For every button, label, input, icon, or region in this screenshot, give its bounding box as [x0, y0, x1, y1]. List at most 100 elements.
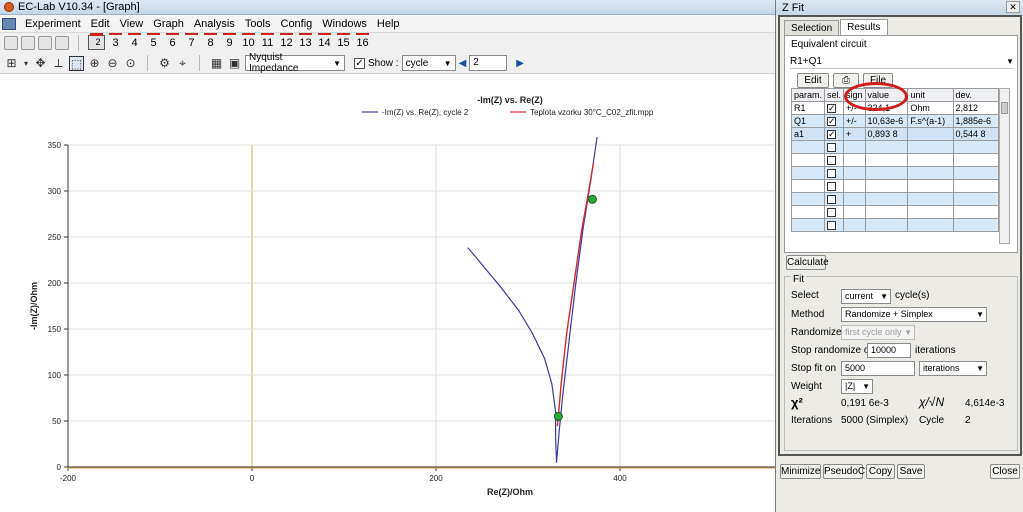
dropdown-arrow-icon[interactable]: ▾: [22, 56, 30, 71]
menu-edit[interactable]: Edit: [86, 18, 115, 30]
cell-sign: [843, 153, 866, 167]
select-cell[interactable]: [824, 192, 845, 206]
trace-button-15[interactable]: 15: [335, 33, 352, 51]
trace-button-10[interactable]: 10: [240, 33, 257, 51]
cell-value: [864, 192, 909, 206]
menu-analysis[interactable]: Analysis: [189, 18, 240, 30]
calculate-button[interactable]: Calculate: [786, 255, 829, 270]
table-row[interactable]: [790, 153, 999, 167]
minimize-button[interactable]: Minimize: [780, 464, 821, 479]
nyquist-chart[interactable]: -2000200400600800050100150200250300350-I…: [0, 75, 775, 512]
select-cell[interactable]: [824, 179, 845, 193]
menu-view[interactable]: View: [115, 18, 149, 30]
trace-button-9[interactable]: 9: [221, 33, 238, 51]
method-dropdown[interactable]: Randomize + Simplex ▼: [841, 307, 987, 322]
zoom-out-icon[interactable]: ⊖: [105, 56, 120, 71]
copy-icon[interactable]: [21, 36, 35, 50]
table-row[interactable]: a1 ✓ +0,893 8 0,544 8: [790, 127, 999, 141]
table-row[interactable]: [790, 218, 999, 232]
select-cell[interactable]: [824, 166, 845, 180]
tab-selection[interactable]: Selection: [784, 20, 840, 35]
show-select[interactable]: cycle ▼: [401, 55, 456, 71]
zoom-in-icon[interactable]: ⊕: [87, 56, 102, 71]
axis-tool-icon[interactable]: ⟂: [51, 56, 66, 71]
save-button[interactable]: Save: [897, 464, 925, 479]
plot-type-select[interactable]: Nyquist Impedance ▼: [245, 52, 345, 74]
select-cell[interactable]: ✓: [824, 101, 845, 115]
param-checkbox[interactable]: [827, 221, 837, 231]
trace-button-6[interactable]: 6: [164, 33, 181, 51]
stop-randomize-input[interactable]: 10000: [867, 343, 911, 358]
select-cell[interactable]: [824, 205, 845, 219]
zoom-box-icon[interactable]: ⬚: [69, 55, 84, 71]
param-checkbox[interactable]: [827, 169, 837, 179]
show-checkbox[interactable]: ✓: [354, 57, 365, 69]
trace-button-12[interactable]: 12: [278, 33, 295, 51]
trace-button-13[interactable]: 13: [297, 33, 314, 51]
menu-help[interactable]: Help: [372, 18, 405, 30]
select-cell[interactable]: ✓: [824, 114, 845, 128]
param-checkbox[interactable]: ✓: [827, 104, 837, 114]
cursor-icon[interactable]: ⌖: [175, 56, 190, 71]
graph-properties-icon[interactable]: ⚙: [157, 56, 172, 71]
previous-cycle-icon[interactable]: ◀: [459, 58, 467, 69]
menu-graph[interactable]: Graph: [148, 18, 189, 30]
export-icon[interactable]: ▣: [227, 56, 242, 71]
param-checkbox[interactable]: [827, 195, 837, 205]
select-cell[interactable]: ✓: [824, 127, 845, 141]
trace-button-4[interactable]: 4: [126, 33, 143, 51]
mdi-window-icon[interactable]: [2, 17, 16, 30]
param-checkbox[interactable]: [827, 208, 837, 218]
circuit-select[interactable]: R1+Q1 ▼: [790, 54, 1014, 69]
close-icon[interactable]: ✕: [1006, 1, 1020, 13]
trace-button-2[interactable]: 2: [88, 34, 105, 50]
close-button[interactable]: Close: [990, 464, 1020, 479]
print-icon: ⎙: [842, 75, 850, 86]
layout-icon[interactable]: ⊞: [4, 56, 19, 71]
menu-experiment[interactable]: Experiment: [20, 18, 86, 30]
table-row[interactable]: [790, 140, 999, 154]
new-icon[interactable]: [4, 36, 18, 50]
graph-area[interactable]: -2000200400600800050100150200250300350-I…: [0, 75, 775, 512]
param-checkbox[interactable]: [827, 182, 837, 192]
copy-button[interactable]: Copy: [866, 464, 895, 479]
edit-button[interactable]: Edit: [797, 73, 829, 88]
menu-windows[interactable]: Windows: [317, 18, 372, 30]
trace-button-11[interactable]: 11: [259, 33, 276, 51]
table-scrollbar[interactable]: [999, 88, 1010, 244]
cycle-input[interactable]: 2: [469, 55, 508, 71]
trace-button-14[interactable]: 14: [316, 33, 333, 51]
menu-tools[interactable]: Tools: [240, 18, 276, 30]
zoom-reset-icon[interactable]: ⊙: [123, 56, 138, 71]
param-checkbox[interactable]: [827, 156, 837, 166]
param-checkbox[interactable]: [827, 143, 837, 153]
trace-button-16[interactable]: 16: [354, 33, 371, 51]
table-row[interactable]: [790, 205, 999, 219]
trace-button-5[interactable]: 5: [145, 33, 162, 51]
trace-button-7[interactable]: 7: [183, 33, 200, 51]
table-row[interactable]: Q1 ✓ +/- 10,63e-6 F.s^(a-1) 1,885e-6: [790, 114, 999, 128]
table-row[interactable]: [790, 179, 999, 193]
menu-config[interactable]: Config: [276, 18, 318, 30]
param-checkbox[interactable]: ✓: [827, 130, 837, 140]
trace-button-3[interactable]: 3: [107, 33, 124, 51]
table-row[interactable]: [790, 166, 999, 180]
tab-results[interactable]: Results: [840, 19, 888, 35]
stop-fit-unit-dropdown[interactable]: iterations ▼: [919, 361, 987, 376]
move-icon[interactable]: ✥: [33, 56, 48, 71]
stop-fit-input[interactable]: 5000: [841, 361, 915, 376]
select-cell[interactable]: [824, 218, 845, 232]
weight-dropdown[interactable]: |Z| ▼: [841, 379, 873, 394]
fit-icon[interactable]: ▦: [209, 56, 224, 71]
next-cycle-icon[interactable]: ▶: [516, 58, 524, 69]
table-row[interactable]: [790, 192, 999, 206]
trace-button-8[interactable]: 8: [202, 33, 219, 51]
param-checkbox[interactable]: ✓: [827, 117, 837, 127]
pseudoc-button[interactable]: PseudoC: [823, 464, 865, 479]
select-cell[interactable]: [824, 140, 845, 154]
select-cell[interactable]: [824, 153, 845, 167]
scrollbar-thumb[interactable]: [1001, 102, 1008, 114]
open-folder-icon[interactable]: [38, 36, 52, 50]
save-icon[interactable]: [55, 36, 69, 50]
select-cycles-dropdown[interactable]: current ▼: [841, 289, 891, 304]
